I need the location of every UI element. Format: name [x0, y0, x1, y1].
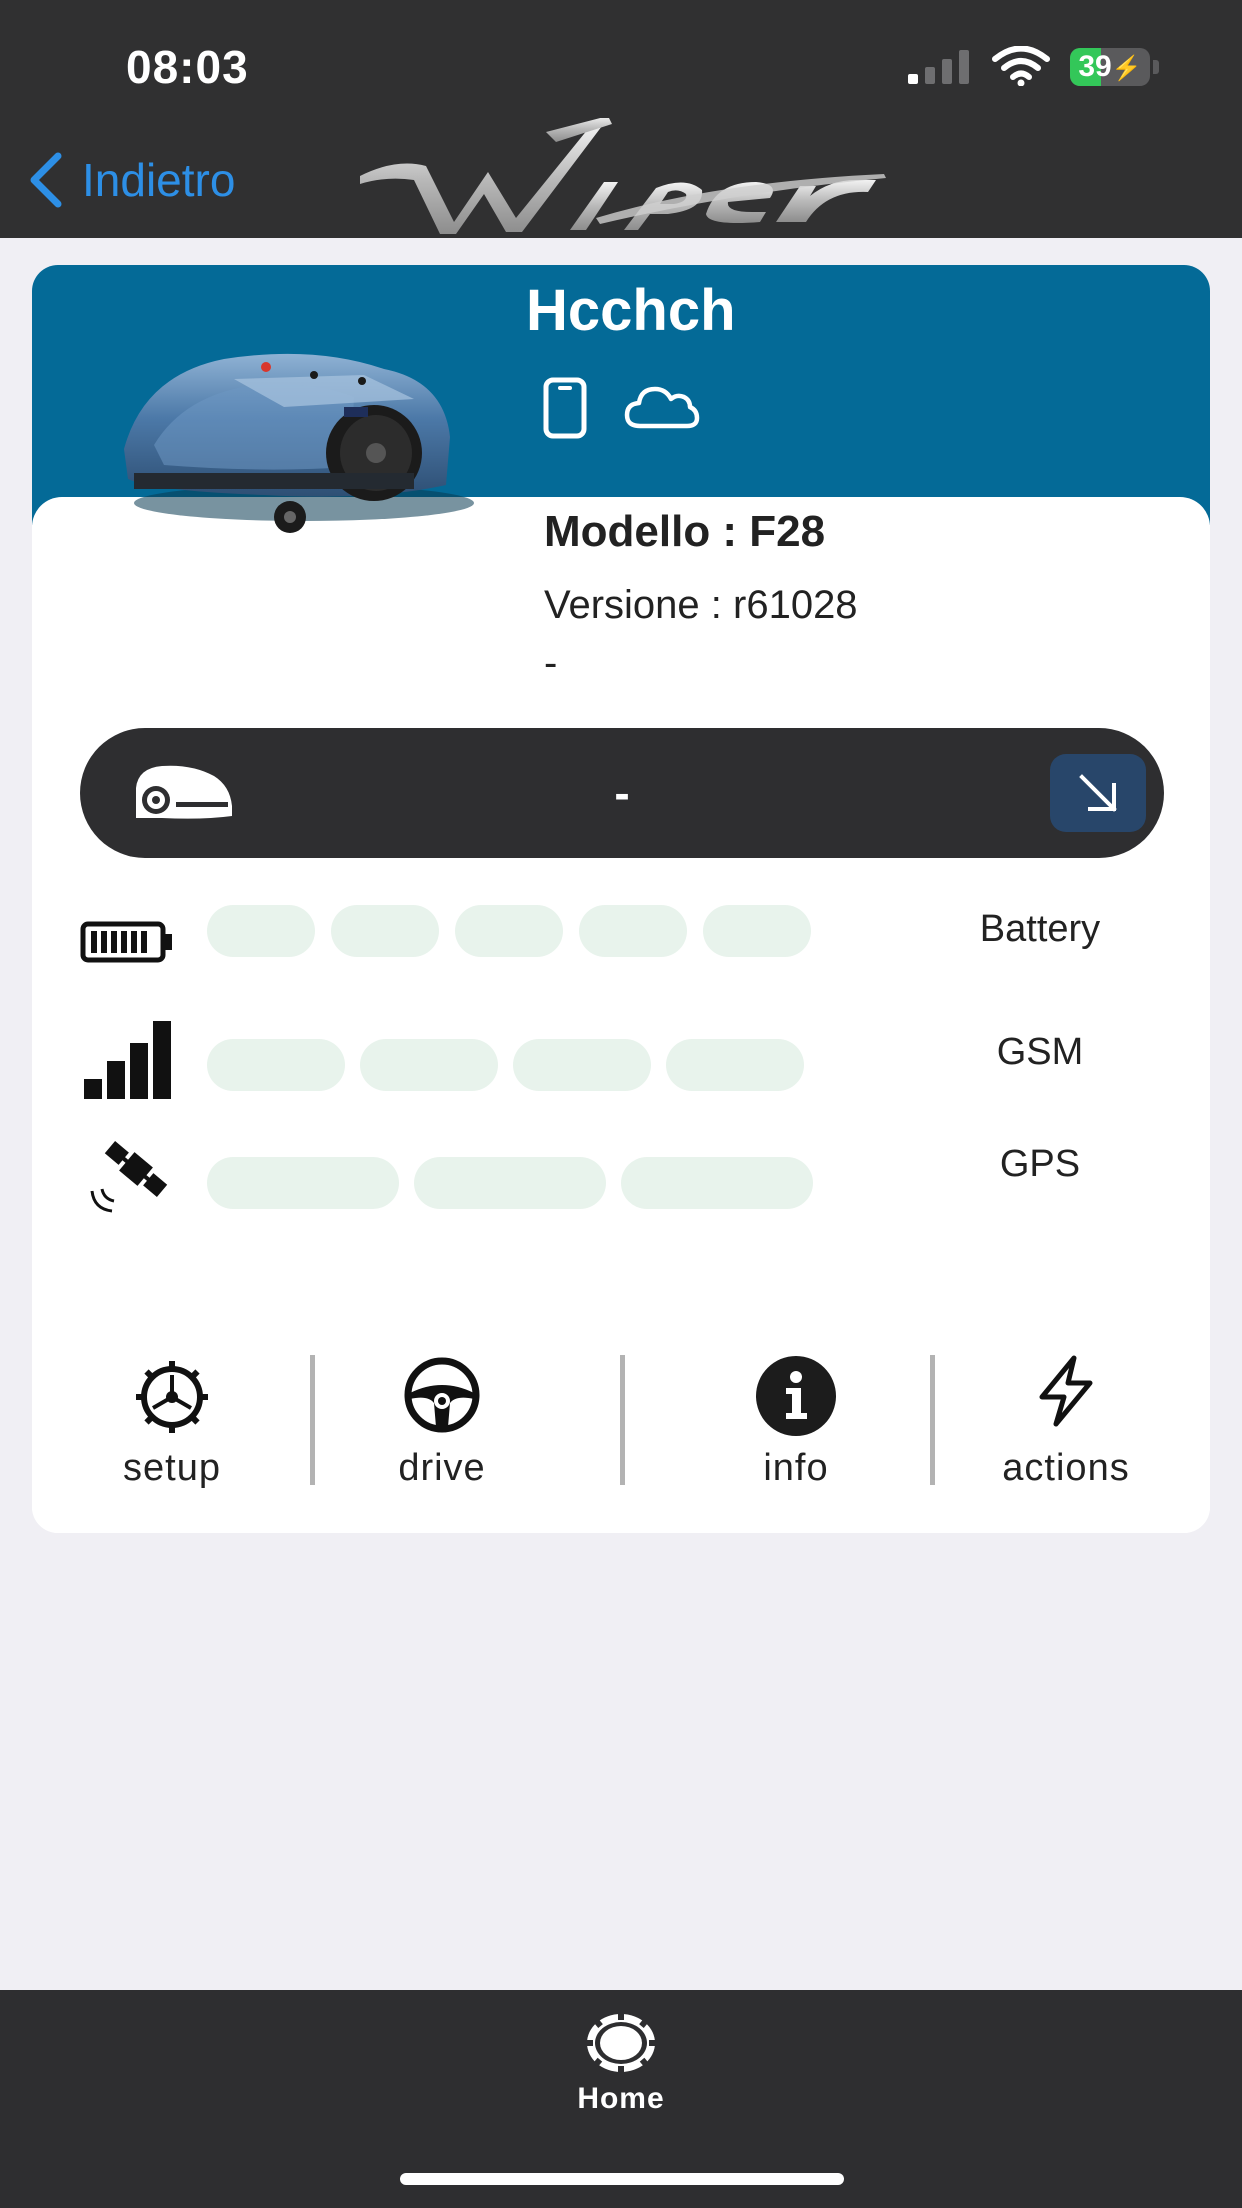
gps-indicator-row: GPS [32, 1141, 1210, 1237]
lightning-icon [1039, 1355, 1093, 1427]
battery-label: Battery [979, 908, 1101, 950]
drive-button[interactable]: drive [312, 1355, 572, 1505]
model-label: Modello : F28 [544, 507, 826, 556]
robot-mower-image [124, 353, 474, 533]
battery-segment [579, 905, 687, 957]
gear-icon [136, 1361, 208, 1433]
battery-indicator-row: Battery [32, 905, 1210, 985]
battery-segment [331, 905, 439, 957]
wiper-logo [360, 118, 886, 234]
back-label: Indietro [82, 154, 236, 206]
cloud-icon [624, 386, 700, 429]
device-name: Hcchch [526, 278, 736, 343]
arrow-down-right-icon [1079, 774, 1117, 812]
expand-button[interactable] [1050, 754, 1146, 832]
divider [930, 1355, 935, 1485]
divider [620, 1355, 625, 1485]
cellular-signal-icon [908, 50, 969, 84]
tab-home[interactable]: Home [521, 2010, 721, 2120]
chevron-left-icon [30, 152, 62, 208]
gps-segment [207, 1157, 399, 1209]
satellite-icon [90, 1141, 168, 1213]
signal-bars-icon [84, 1021, 171, 1099]
device-card: Hcchch Modello : F28 Versione : r61028 -… [32, 265, 1210, 1533]
info-button[interactable]: info [666, 1355, 926, 1505]
gps-label: GPS [999, 1143, 1081, 1185]
actions-button[interactable]: actions [936, 1355, 1196, 1505]
drive-label: drive [398, 1447, 486, 1489]
home-indicator [400, 2173, 844, 2185]
app-screen: 08:03 39⚡ Indietro Hcchch Modello: F28 … [0, 0, 1242, 2208]
home-label: Home [577, 2082, 665, 2115]
gsm-label: GSM [996, 1031, 1084, 1073]
gsm-segment [207, 1039, 345, 1091]
gsm-segment [360, 1039, 498, 1091]
battery-segment [207, 905, 315, 957]
gps-segment [414, 1157, 606, 1209]
home-icon [585, 2012, 657, 2074]
top-bar: 08:03 39⚡ Indietro [0, 0, 1242, 238]
info-icon [756, 1356, 836, 1436]
battery-segment [703, 905, 811, 957]
phone-icon [543, 377, 587, 439]
status-bar: - [80, 728, 1164, 858]
info-label: info [763, 1447, 829, 1489]
setup-button[interactable]: setup [42, 1355, 302, 1505]
battery-segment [455, 905, 563, 957]
status-time: 08:03 [126, 41, 249, 93]
battery-status-icon: 39⚡ [1070, 48, 1160, 86]
battery-icon [80, 921, 172, 963]
setup-label: setup [123, 1447, 221, 1489]
gsm-segment [666, 1039, 804, 1091]
gsm-segment [513, 1039, 651, 1091]
extra-info-label: - [544, 641, 558, 685]
mower-state-text: - [614, 767, 630, 819]
gps-segment [621, 1157, 813, 1209]
actions-label: actions [1002, 1447, 1130, 1489]
battery-percent: 39 [1078, 50, 1112, 83]
steering-wheel-icon [404, 1357, 480, 1433]
gsm-indicator-row: GSM [32, 1021, 1210, 1119]
back-button[interactable]: Indietro [26, 148, 235, 212]
wifi-icon [992, 46, 1050, 86]
version-label: Versione : r61028 [544, 583, 858, 627]
